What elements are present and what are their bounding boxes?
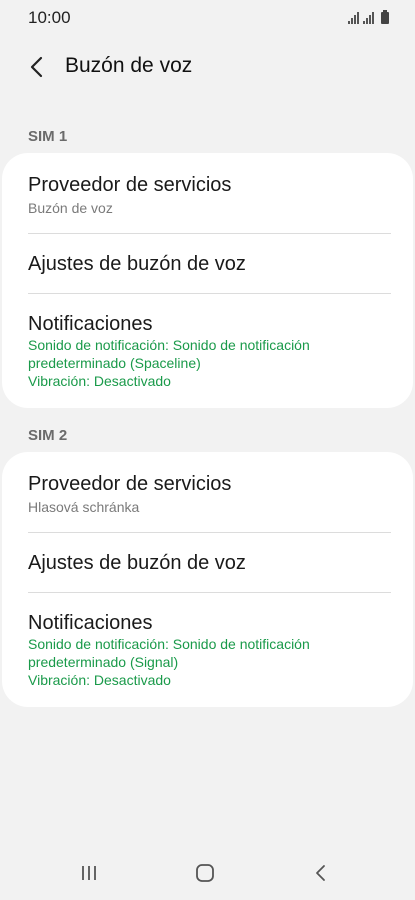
item-title: Ajustes de buzón de voz xyxy=(28,253,246,275)
battery-icon xyxy=(381,10,389,24)
sim2-card: Proveedor de servicios Hlasová schránka … xyxy=(2,452,413,707)
app-header: Buzón de voz xyxy=(0,48,415,88)
back-button[interactable] xyxy=(22,52,52,82)
sim1-card: Proveedor de servicios Buzón de voz Ajus… xyxy=(2,153,413,408)
vibration-status: Vibración: Desactivado xyxy=(28,373,171,389)
item-title: Ajustes de buzón de voz xyxy=(28,552,246,574)
status-icons xyxy=(348,10,389,24)
home-button[interactable] xyxy=(190,858,220,888)
item-title: Proveedor de servicios xyxy=(28,174,232,196)
item-title: Notificaciones xyxy=(28,612,153,634)
item-title: Notificaciones xyxy=(28,313,153,335)
nav-back-button[interactable] xyxy=(306,858,336,888)
notification-sound-line: Sonido de notificación: Sonido de notifi… xyxy=(28,636,310,652)
back-icon xyxy=(316,865,325,881)
navigation-bar xyxy=(0,844,415,900)
recent-apps-icon xyxy=(82,866,96,880)
notification-sound-line: predeterminado (Signal) xyxy=(28,654,179,670)
item-subtitle: Buzón de voz xyxy=(28,200,113,216)
status-time: 10:00 xyxy=(28,8,71,27)
page-title: Buzón de voz xyxy=(65,54,193,77)
status-bar: 10:00 xyxy=(0,0,415,36)
list-item-voicemail-settings[interactable]: Ajustes de buzón de voz xyxy=(2,533,413,592)
signal-icon xyxy=(363,12,374,24)
recent-apps-button[interactable] xyxy=(74,858,104,888)
notification-sound-line: predeterminado (Spaceline) xyxy=(28,355,201,371)
signal-icon xyxy=(348,12,359,24)
item-subtitle: Hlasová schránka xyxy=(28,499,140,515)
chevron-left-icon xyxy=(30,56,43,78)
list-item-voicemail-settings[interactable]: Ajustes de buzón de voz xyxy=(2,234,413,293)
section-label-sim2: SIM 2 xyxy=(28,427,68,444)
list-item-notifications[interactable]: Notificaciones Sonido de notificación: S… xyxy=(2,593,413,689)
list-item-service-provider[interactable]: Proveedor de servicios Buzón de voz xyxy=(2,153,413,233)
section-label-sim1: SIM 1 xyxy=(28,128,68,145)
list-item-service-provider[interactable]: Proveedor de servicios Hlasová schránka xyxy=(2,452,413,532)
notification-sound-line: Sonido de notificación: Sonido de notifi… xyxy=(28,337,310,353)
home-icon xyxy=(196,864,214,882)
vibration-status: Vibración: Desactivado xyxy=(28,672,171,688)
item-title: Proveedor de servicios xyxy=(28,473,232,495)
list-item-notifications[interactable]: Notificaciones Sonido de notificación: S… xyxy=(2,294,413,390)
